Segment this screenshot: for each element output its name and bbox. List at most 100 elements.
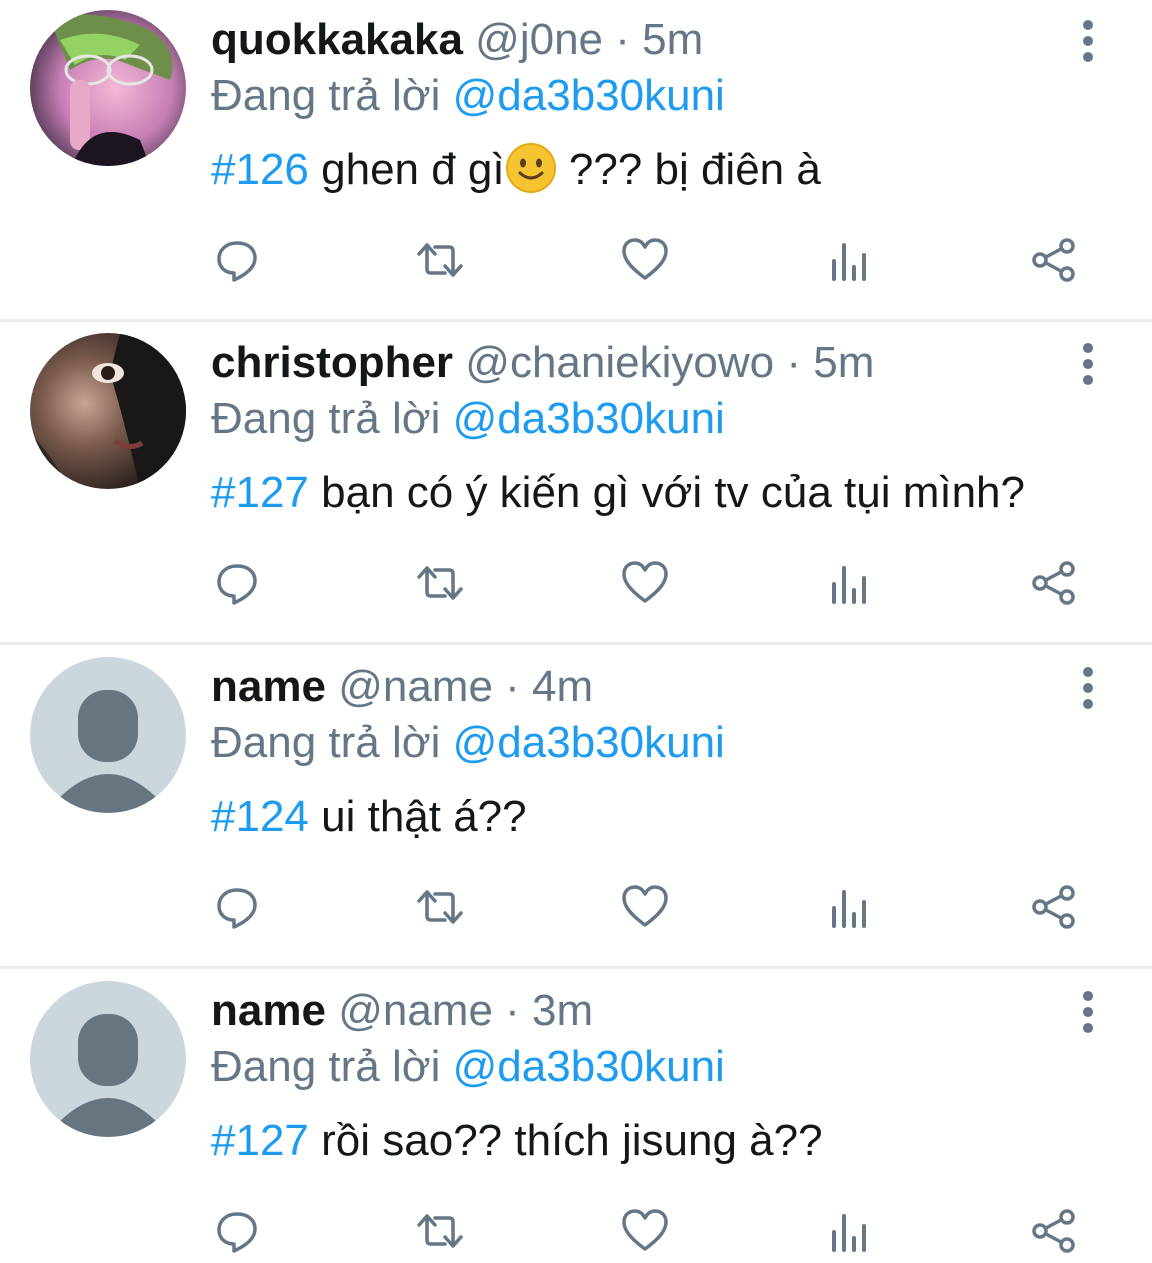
like-button[interactable]: [613, 1199, 677, 1263]
views-icon: [832, 1214, 866, 1252]
share-button[interactable]: [1022, 551, 1086, 615]
action-bar: [0, 1199, 1152, 1263]
share-button[interactable]: [1022, 875, 1086, 939]
like-icon: [622, 238, 668, 280]
avatar[interactable]: [30, 657, 186, 813]
handle[interactable]: @name: [338, 986, 493, 1035]
action-bar: [0, 228, 1152, 292]
reply-icon: [217, 888, 257, 929]
share-icon: [1032, 561, 1075, 605]
retweet-icon: [417, 566, 463, 600]
views-icon: [832, 566, 866, 604]
reply-button[interactable]: [205, 1199, 269, 1263]
avatar[interactable]: [30, 981, 186, 1137]
separator-dot: ·: [505, 986, 520, 1035]
replying-to: Đang trả lời @da3b30kuni: [211, 1039, 725, 1095]
tweet-header: name @name · 3m: [211, 983, 593, 1039]
more-options-button[interactable]: [1068, 339, 1108, 389]
tweet-text: #127 rồi sao?? thích jisung à??: [211, 1111, 823, 1171]
tweet-text-part: rồi sao?? thích jisung à??: [321, 1116, 823, 1165]
retweet-icon: [417, 243, 463, 277]
avatar[interactable]: [30, 10, 186, 166]
timestamp[interactable]: 3m: [532, 986, 593, 1035]
reply-button[interactable]: [205, 228, 269, 292]
mention-link[interactable]: @da3b30kuni: [453, 1042, 725, 1091]
retweet-icon: [417, 890, 463, 924]
reply-icon: [217, 564, 257, 605]
reply-button[interactable]: [205, 875, 269, 939]
views-button[interactable]: [818, 1199, 882, 1263]
reply-icon: [217, 241, 257, 282]
like-icon: [622, 1209, 668, 1251]
tweet-text-part: ??? bị điên à: [556, 145, 821, 194]
hashtag-link[interactable]: #127: [211, 468, 309, 517]
like-button[interactable]: [613, 875, 677, 939]
tweet-text-part: ghen đ gì: [321, 145, 505, 194]
tweet[interactable]: christopher @chaniekiyowo · 5m Đang trả …: [0, 323, 1152, 645]
more-vertical-icon: [1083, 20, 1093, 62]
avatar[interactable]: [30, 333, 186, 489]
mention-link[interactable]: @da3b30kuni: [453, 71, 725, 120]
tweet-text: #127 bạn có ý kiến gì với tv của tụi mìn…: [211, 463, 1025, 523]
tweet[interactable]: quokkakaka @j0ne · 5m Đang trả lời @da3b…: [0, 0, 1152, 322]
display-name[interactable]: name: [211, 986, 326, 1035]
retweet-button[interactable]: [408, 228, 472, 292]
hashtag-link[interactable]: #124: [211, 792, 309, 841]
views-icon: [832, 243, 866, 281]
tweet-header: quokkakaka @j0ne · 5m: [211, 12, 703, 68]
tweet-text: #124 ui thật á??: [211, 787, 527, 847]
default-avatar-icon: [30, 657, 186, 813]
hashtag-link[interactable]: #127: [211, 1116, 309, 1165]
more-options-button[interactable]: [1068, 16, 1108, 66]
replying-to-label: Đang trả lời: [211, 718, 441, 767]
handle[interactable]: @j0ne: [475, 15, 603, 64]
action-bar: [0, 551, 1152, 615]
replying-to-label: Đang trả lời: [211, 1042, 441, 1091]
replying-to: Đang trả lời @da3b30kuni: [211, 68, 725, 124]
display-name[interactable]: quokkakaka: [211, 15, 463, 64]
mention-link[interactable]: @da3b30kuni: [453, 394, 725, 443]
more-options-button[interactable]: [1068, 987, 1108, 1037]
separator-dot: ·: [505, 662, 520, 711]
timestamp[interactable]: 4m: [532, 662, 593, 711]
replying-to-label: Đang trả lời: [211, 394, 441, 443]
mention-link[interactable]: @da3b30kuni: [453, 718, 725, 767]
replying-to: Đang trả lời @da3b30kuni: [211, 715, 725, 771]
reply-feed: quokkakaka @j0ne · 5m Đang trả lời @da3b…: [0, 0, 1152, 1258]
retweet-button[interactable]: [408, 551, 472, 615]
retweet-button[interactable]: [408, 1199, 472, 1263]
display-name[interactable]: name: [211, 662, 326, 711]
views-button[interactable]: [818, 551, 882, 615]
share-button[interactable]: [1022, 1199, 1086, 1263]
retweet-icon: [417, 1214, 463, 1248]
tweet-text: #126 ghen đ gì ??? bị điên à: [211, 140, 821, 200]
views-button[interactable]: [818, 875, 882, 939]
timestamp[interactable]: 5m: [813, 338, 874, 387]
hashtag-link[interactable]: #126: [211, 145, 309, 194]
more-options-button[interactable]: [1068, 663, 1108, 713]
divider: [0, 966, 1152, 969]
slightly-smiling-face-icon: [505, 143, 556, 193]
timestamp[interactable]: 5m: [642, 15, 703, 64]
like-button[interactable]: [613, 228, 677, 292]
share-icon: [1032, 1209, 1075, 1253]
divider: [0, 319, 1152, 322]
tweet-text-part: bạn có ý kiến gì với tv của tụi mình?: [321, 468, 1025, 517]
like-icon: [622, 561, 668, 603]
tweet[interactable]: name @name · 4m Đang trả lời @da3b30kuni…: [0, 647, 1152, 969]
handle[interactable]: @chaniekiyowo: [465, 338, 774, 387]
retweet-button[interactable]: [408, 875, 472, 939]
tweet-header: christopher @chaniekiyowo · 5m: [211, 335, 874, 391]
views-button[interactable]: [818, 228, 882, 292]
reply-icon: [217, 1212, 257, 1253]
display-name[interactable]: christopher: [211, 338, 453, 387]
action-bar: [0, 875, 1152, 939]
replying-to-label: Đang trả lời: [211, 71, 441, 120]
share-button[interactable]: [1022, 228, 1086, 292]
tweet[interactable]: name @name · 3m Đang trả lời @da3b30kuni…: [0, 971, 1152, 1258]
like-button[interactable]: [613, 551, 677, 615]
reply-button[interactable]: [205, 551, 269, 615]
tweet-text-part: ui thật á??: [321, 792, 527, 841]
handle[interactable]: @name: [338, 662, 493, 711]
more-vertical-icon: [1083, 991, 1093, 1033]
